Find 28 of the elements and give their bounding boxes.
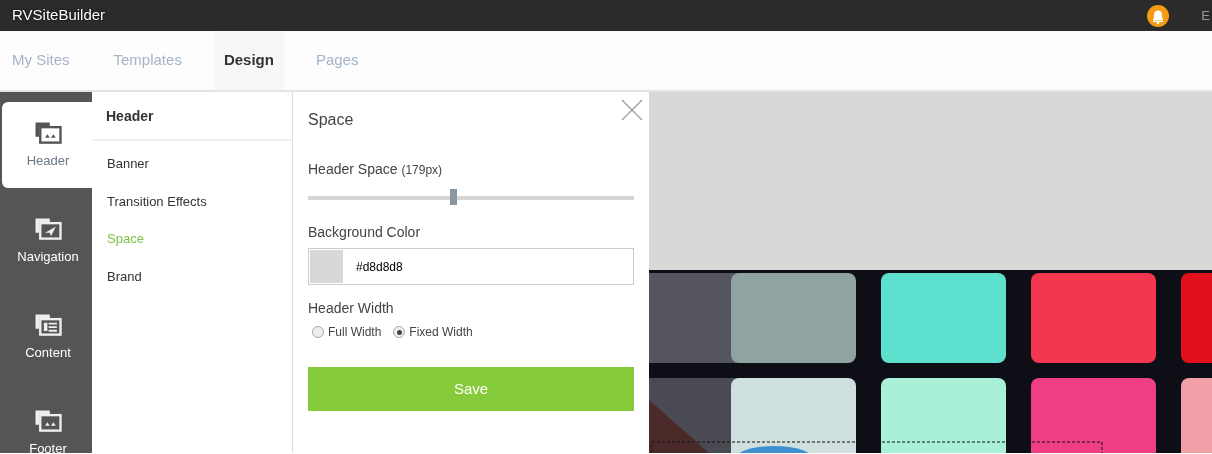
- hex-input[interactable]: #d8d8d8: [344, 256, 513, 277]
- radio-label[interactable]: Fixed Width: [409, 323, 473, 341]
- field-label: Header Width: [308, 299, 395, 318]
- sidebar-item[interactable]: Header: [2, 102, 94, 188]
- submenu-item[interactable]: Banner: [92, 145, 292, 183]
- field-label: Background Color: [308, 223, 422, 242]
- sidebar-item[interactable]: Content: [2, 294, 94, 380]
- notification-bell-icon[interactable]: [1147, 4, 1170, 27]
- nav-tab[interactable]: Design: [213, 31, 284, 90]
- sidebar-item[interactable]: Navigation: [2, 198, 94, 284]
- image-window-icon: [33, 407, 63, 433]
- color-field[interactable]: #d8d8d8: [308, 248, 634, 285]
- user-name[interactable]: E: [1201, 5, 1210, 26]
- image-window-icon: [33, 119, 63, 145]
- sidebar-item[interactable]: Footer: [2, 390, 94, 454]
- text-window-icon: [33, 311, 63, 337]
- slider-label: Header Space (179px): [308, 160, 444, 179]
- panel-title: Space: [308, 110, 355, 130]
- close-icon[interactable]: [621, 99, 643, 121]
- color-swatch[interactable]: [310, 250, 343, 283]
- radio-button[interactable]: [312, 326, 324, 338]
- slider-thumb[interactable]: [450, 189, 458, 205]
- radio-label[interactable]: Full Width: [328, 323, 382, 341]
- radio-button[interactable]: [393, 326, 406, 338]
- cursor-window-icon: [33, 215, 63, 241]
- submenu-item[interactable]: Brand: [92, 257, 292, 295]
- app-title: RVSiteBuilder: [11, 5, 106, 26]
- submenu-item[interactable]: Transition Effects: [92, 182, 292, 220]
